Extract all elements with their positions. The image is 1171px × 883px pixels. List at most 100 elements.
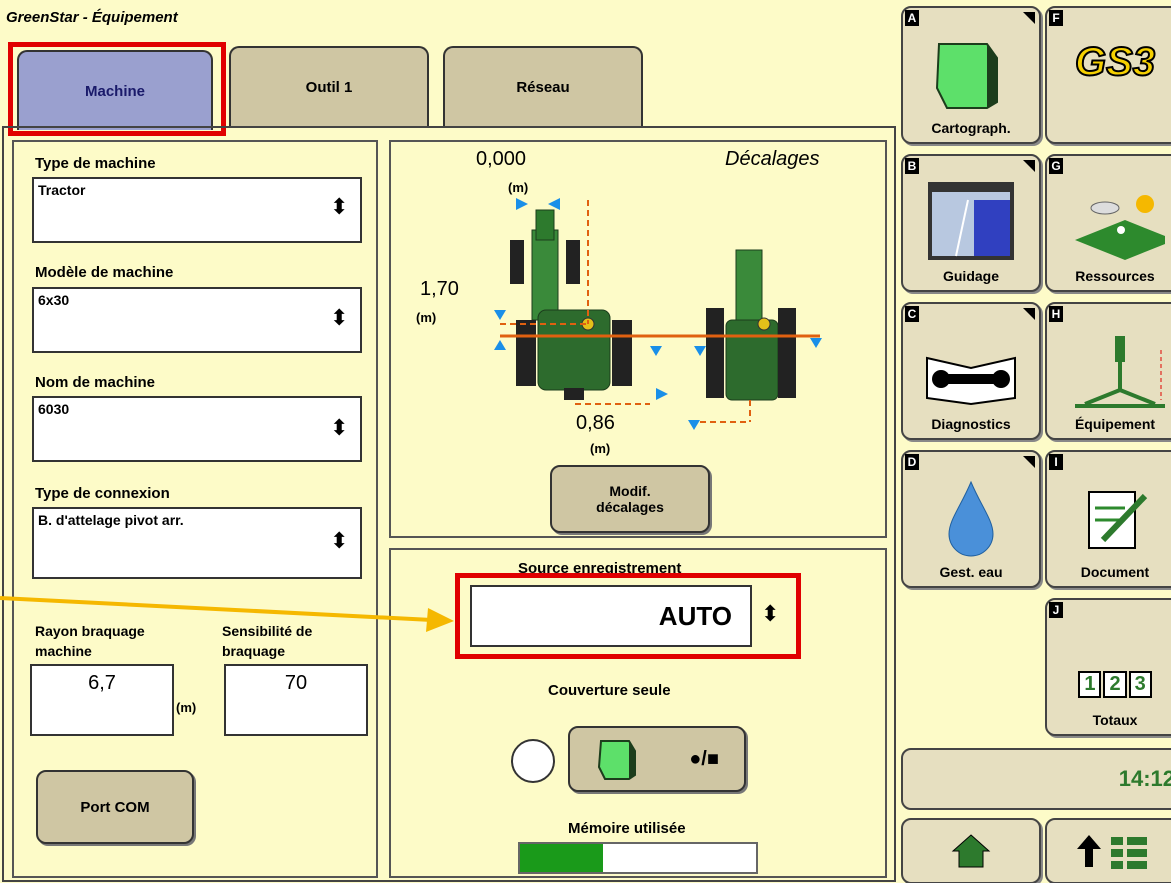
- counter-digit: 3: [1128, 671, 1152, 698]
- up-down-arrows-icon[interactable]: ⬍: [330, 530, 348, 552]
- screen: { "window_title": "GreenStar - Équipemen…: [0, 0, 1171, 883]
- machine-type-label: Type de machine: [35, 155, 156, 172]
- sensitivity-input[interactable]: 70: [224, 664, 368, 736]
- record-toggle-button[interactable]: ●/■: [568, 726, 746, 792]
- shortcut-letter: F: [1049, 10, 1063, 26]
- turn-radius-value: 6,7: [88, 672, 116, 694]
- tab-outil-1[interactable]: Outil 1: [229, 46, 429, 126]
- totals-button[interactable]: J 1 2 3 Totaux: [1045, 598, 1171, 736]
- memory-used-label: Mémoire utilisée: [568, 820, 686, 837]
- tab-highlight: [8, 42, 226, 136]
- tab-outil-1-label: Outil 1: [305, 78, 353, 96]
- connection-type-label: Type de connexion: [35, 485, 170, 502]
- up-down-arrows-icon[interactable]: ⬍: [330, 307, 348, 329]
- diagnostics-button[interactable]: C Diagnostics: [901, 302, 1041, 440]
- water-management-button[interactable]: D Gest. eau: [901, 450, 1041, 588]
- clock-time: 14:12: [1118, 766, 1171, 791]
- mapping-label: Cartograph.: [931, 120, 1011, 136]
- shortcut-letter: A: [905, 10, 919, 26]
- up-down-arrows-icon[interactable]: ⬍: [330, 417, 348, 439]
- modify-offsets-label-2: décalages: [596, 499, 664, 515]
- record-stop-symbol: ●/■: [689, 747, 719, 770]
- com-port-label: Port COM: [80, 798, 150, 816]
- diagnostics-label: Diagnostics: [931, 416, 1011, 432]
- machine-model-value: 6x30: [38, 292, 70, 308]
- wrench-book-icon: [926, 356, 1016, 406]
- shortcut-letter: G: [1049, 158, 1063, 174]
- implement-icon: [1075, 336, 1165, 408]
- memory-usage-fill: [520, 844, 603, 872]
- mapping-button[interactable]: A Cartograph.: [901, 6, 1041, 144]
- shortcut-letter: C: [905, 306, 919, 322]
- machine-model-select[interactable]: 6x30: [32, 287, 362, 353]
- shortcut-letter: J: [1049, 602, 1063, 618]
- resources-button[interactable]: G Ressources: [1045, 154, 1171, 292]
- coverage-radio[interactable]: [511, 739, 555, 783]
- gs3-button[interactable]: F GS3: [1045, 6, 1171, 144]
- sensitivity-value: 70: [284, 672, 308, 694]
- window-title: GreenStar - Équipement: [6, 9, 178, 26]
- tractor-side-view-icon: [706, 249, 796, 401]
- water-management-label: Gest. eau: [939, 564, 1003, 580]
- modify-offsets-label-1: Modif.: [609, 483, 651, 499]
- document-pencil-icon: [1088, 491, 1148, 549]
- home-button[interactable]: [901, 818, 1041, 883]
- up-down-arrows-icon[interactable]: ⬍: [330, 196, 348, 218]
- machine-type-value: Tractor: [38, 182, 86, 198]
- connection-type-value: B. d'attelage pivot arr.: [38, 512, 184, 528]
- shortcut-letter: I: [1049, 454, 1063, 470]
- tractor-offsets-diagram: [494, 198, 822, 430]
- machine-model-label: Modèle de machine: [35, 264, 174, 281]
- equipment-button[interactable]: H Équipement: [1045, 302, 1171, 440]
- menu-corner-icon: [1023, 12, 1035, 24]
- home-icon: [951, 834, 991, 868]
- machine-name-value: 6030: [38, 401, 70, 417]
- documentation-label: Document: [1080, 564, 1150, 580]
- turn-radius-unit: (m): [176, 700, 197, 715]
- guidance-label: Guidage: [942, 268, 999, 284]
- coverage-only-label: Couverture seule: [548, 682, 671, 699]
- machine-name-select[interactable]: 6030: [32, 396, 362, 462]
- tractor-top-view-icon: [510, 209, 632, 400]
- menu-corner-icon: [1023, 308, 1035, 320]
- offset-left-value: 1,70: [420, 278, 459, 300]
- equipment-label: Équipement: [1074, 416, 1156, 432]
- turn-radius-label-2: machine: [35, 643, 92, 659]
- offsets-title: Décalages: [725, 148, 820, 170]
- up-arrow-menu-icon: [1077, 835, 1147, 869]
- shortcut-letter: B: [905, 158, 919, 174]
- field-resources-icon: [1075, 195, 1165, 260]
- coverage-map-icon: [598, 740, 637, 780]
- machine-type-select[interactable]: Tractor: [32, 177, 362, 243]
- counter-digit: 1: [1078, 671, 1102, 698]
- resources-label: Ressources: [1075, 268, 1155, 284]
- com-port-button[interactable]: Port COM: [36, 770, 194, 844]
- offset-left-unit: (m): [416, 310, 437, 325]
- counter-digit: 2: [1103, 671, 1127, 698]
- connection-type-select[interactable]: B. d'attelage pivot arr.: [32, 507, 362, 579]
- tab-reseau-label: Réseau: [516, 78, 570, 96]
- documentation-button[interactable]: I Document: [1045, 450, 1171, 588]
- gs3-logo: GS3: [1074, 39, 1156, 85]
- water-drop-icon: [948, 480, 994, 557]
- shortcut-letter: D: [905, 454, 919, 470]
- offset-bottom-unit: (m): [590, 441, 611, 456]
- machine-name-label: Nom de machine: [35, 374, 156, 391]
- guidance-screen-icon: [928, 182, 1014, 260]
- counter-icon: 1 2 3: [1078, 671, 1152, 698]
- guidance-button[interactable]: B Guidage: [901, 154, 1041, 292]
- clock-display: 14:12: [901, 748, 1171, 810]
- totals-label: Totaux: [1092, 712, 1138, 728]
- modify-offsets-button[interactable]: Modif. décalages: [550, 465, 710, 533]
- source-highlight: [455, 573, 801, 659]
- shortcut-letter: H: [1049, 306, 1063, 322]
- menu-corner-icon: [1023, 160, 1035, 172]
- sensitivity-label-2: braquage: [222, 643, 286, 659]
- pointer-arrow: [0, 596, 454, 632]
- turn-radius-input[interactable]: 6,7: [30, 664, 174, 736]
- menu-up-button[interactable]: [1045, 818, 1171, 883]
- coverage-map-icon: [935, 43, 998, 109]
- offset-top-value: 0,000: [476, 148, 527, 170]
- menu-corner-icon: [1023, 456, 1035, 468]
- tab-reseau[interactable]: Réseau: [443, 46, 643, 126]
